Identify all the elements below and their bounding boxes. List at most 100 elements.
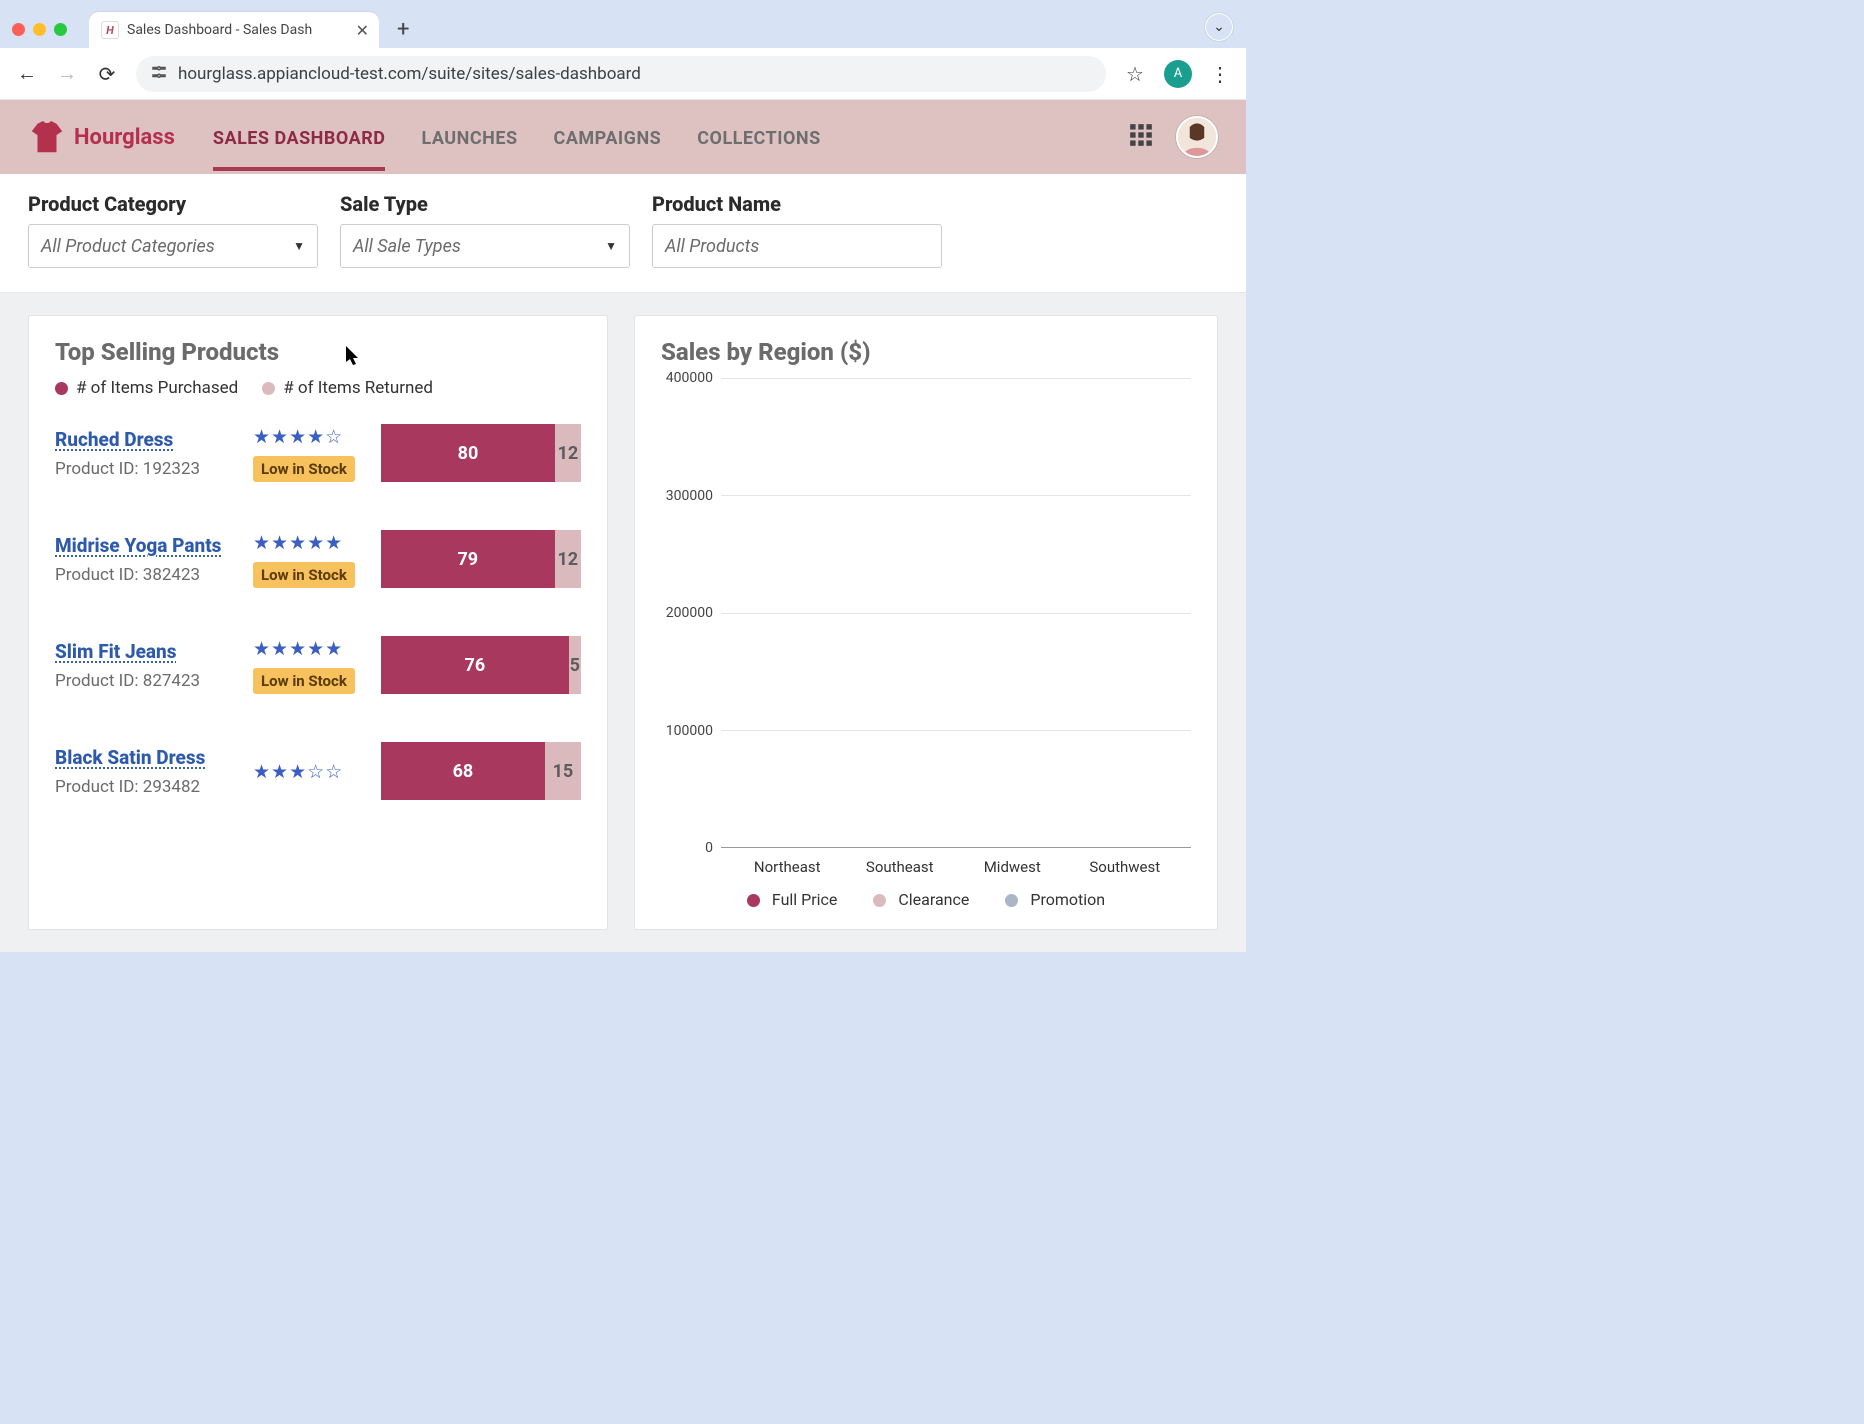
low-stock-badge: Low in Stock (253, 668, 355, 694)
legend-dot-icon (262, 382, 275, 395)
star-rating: ★★★☆☆ (253, 760, 363, 783)
returned-bar: 5 (569, 636, 581, 694)
shirt-icon (28, 118, 66, 156)
brand-name: Hourglass (74, 125, 175, 150)
purchased-bar: 80 (381, 424, 555, 482)
nav-campaigns[interactable]: CAMPAIGNS (554, 104, 662, 171)
app-header: Hourglass SALES DASHBOARD LAUNCHES CAMPA… (0, 100, 1246, 174)
legend-dot-icon (55, 382, 68, 395)
legend-dot-icon (873, 894, 886, 907)
product-name-input[interactable]: All Products (652, 224, 942, 268)
star-rating: ★★★★★ (253, 637, 363, 660)
legend-returned: # of Items Returned (262, 378, 433, 398)
legend-label: Full Price (772, 890, 838, 909)
browser-menu-button[interactable]: ⋮ (1210, 62, 1230, 86)
product-id: Product ID: 192323 (55, 459, 235, 479)
reload-button[interactable]: ⟳ (96, 62, 118, 86)
star-rating: ★★★★★ (253, 531, 363, 554)
tab-favicon: H (101, 21, 119, 39)
sales-region-chart: 0100000200000300000400000 (661, 378, 1191, 848)
nav-sales-dashboard[interactable]: SALES DASHBOARD (213, 104, 386, 171)
filter-label: Product Category (28, 192, 318, 216)
product-id: Product ID: 293482 (55, 777, 235, 797)
legend-full-price: Full Price (747, 890, 837, 909)
address-bar[interactable]: hourglass.appiancloud-test.com/suite/sit… (136, 56, 1106, 92)
back-button[interactable]: ← (16, 61, 38, 86)
legend-clearance: Clearance (873, 890, 969, 909)
chart-plot-area (721, 378, 1191, 848)
card-title: Sales by Region ($) (661, 338, 1191, 366)
chart-x-axis: Northeast Southeast Midwest Southwest (661, 848, 1191, 876)
select-placeholder: All Product Categories (41, 236, 215, 257)
browser-toolbar: ← → ⟳ hourglass.appiancloud-test.com/sui… (0, 48, 1246, 100)
forward-button[interactable]: → (56, 61, 78, 86)
legend-label: Clearance (898, 890, 969, 909)
sale-type-select[interactable]: All Sale Types ▼ (340, 224, 630, 268)
select-placeholder: All Sale Types (353, 236, 461, 257)
low-stock-badge: Low in Stock (253, 456, 355, 482)
window-close-button[interactable] (12, 23, 25, 36)
new-tab-button[interactable]: + (397, 17, 409, 42)
browser-tabbar: H Sales Dashboard - Sales Dash ✕ + ⌄ (0, 0, 1246, 48)
y-tick-label: 400000 (666, 370, 713, 386)
product-row: Ruched Dress Product ID: 192323 ★★★★☆ Lo… (55, 424, 581, 482)
filter-product-name: Product Name All Products (652, 192, 942, 268)
product-bars: 80 12 (381, 424, 581, 482)
product-bars: 76 5 (381, 636, 581, 694)
filter-label: Product Name (652, 192, 942, 216)
product-link[interactable]: Slim Fit Jeans (55, 640, 176, 663)
chevron-down-icon: ▼ (605, 239, 617, 253)
purchased-bar: 76 (381, 636, 569, 694)
y-tick-label: 200000 (666, 605, 713, 621)
returned-bar: 12 (555, 530, 581, 588)
product-link[interactable]: Ruched Dress (55, 428, 173, 451)
brand-logo[interactable]: Hourglass (28, 118, 175, 156)
bookmark-icon[interactable]: ☆ (1124, 62, 1146, 86)
apps-grid-icon[interactable] (1128, 122, 1154, 152)
main-nav: SALES DASHBOARD LAUNCHES CAMPAIGNS COLLE… (213, 104, 821, 171)
y-tick-label: 100000 (666, 723, 713, 739)
url-text: hourglass.appiancloud-test.com/suite/sit… (178, 64, 641, 84)
star-rating: ★★★★☆ (253, 425, 363, 448)
legend-promotion: Promotion (1005, 890, 1105, 909)
filter-sale-type: Sale Type All Sale Types ▼ (340, 192, 630, 268)
returned-bar: 15 (545, 742, 581, 800)
y-tick-label: 300000 (666, 488, 713, 504)
filter-product-category: Product Category All Product Categories … (28, 192, 318, 268)
x-tick-label: Southeast (858, 858, 942, 876)
window-controls (12, 23, 67, 36)
product-id: Product ID: 827423 (55, 671, 235, 691)
site-settings-icon[interactable] (150, 63, 168, 85)
product-link[interactable]: Midrise Yoga Pants (55, 534, 221, 557)
profile-avatar[interactable]: A (1164, 60, 1192, 88)
filters-bar: Product Category All Product Categories … (0, 174, 1246, 293)
product-bars: 79 12 (381, 530, 581, 588)
product-bars: 68 15 (381, 742, 581, 800)
legend-dot-icon (747, 894, 760, 907)
user-avatar[interactable] (1176, 116, 1218, 158)
chart-y-axis: 0100000200000300000400000 (661, 378, 721, 848)
x-tick-label: Southwest (1083, 858, 1167, 876)
card-title: Top Selling Products (55, 338, 581, 366)
tabs-overflow-button[interactable]: ⌄ (1204, 12, 1234, 42)
x-tick-label: Northeast (745, 858, 829, 876)
content-area: Top Selling Products # of Items Purchase… (0, 293, 1246, 952)
product-row: Slim Fit Jeans Product ID: 827423 ★★★★★ … (55, 636, 581, 694)
window-minimize-button[interactable] (33, 23, 46, 36)
legend-dot-icon (1005, 894, 1018, 907)
legend-purchased: # of Items Purchased (55, 378, 238, 398)
purchased-bar: 68 (381, 742, 545, 800)
tab-close-button[interactable]: ✕ (356, 21, 369, 40)
input-placeholder: All Products (665, 236, 759, 257)
x-tick-label: Midwest (970, 858, 1054, 876)
legend-label: # of Items Returned (283, 378, 433, 398)
window-maximize-button[interactable] (54, 23, 67, 36)
chart-legend: Full Price Clearance Promotion (661, 890, 1191, 909)
browser-tab[interactable]: H Sales Dashboard - Sales Dash ✕ (89, 12, 379, 48)
product-category-select[interactable]: All Product Categories ▼ (28, 224, 318, 268)
nav-launches[interactable]: LAUNCHES (421, 104, 517, 171)
sales-by-region-card: Sales by Region ($) 01000002000003000004… (634, 315, 1218, 930)
product-link[interactable]: Black Satin Dress (55, 746, 205, 769)
top-selling-legend: # of Items Purchased # of Items Returned (55, 378, 581, 398)
nav-collections[interactable]: COLLECTIONS (697, 104, 820, 171)
